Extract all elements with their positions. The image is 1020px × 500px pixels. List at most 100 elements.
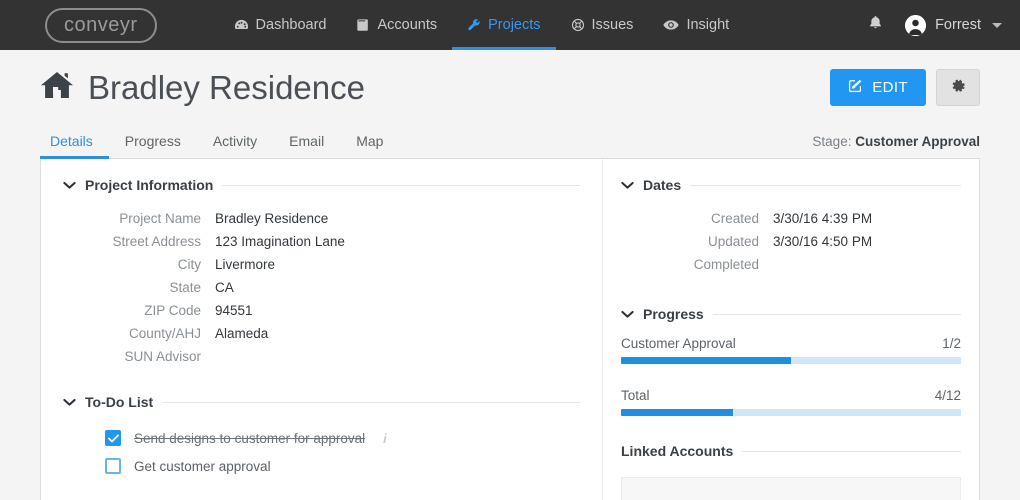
- section-divider: [690, 185, 961, 186]
- section-divider: [222, 185, 580, 186]
- caret-down-icon: [992, 23, 1002, 28]
- eye-icon: [663, 18, 679, 32]
- field-label: Updated: [621, 230, 773, 253]
- field-label: Project Name: [63, 207, 215, 230]
- tab-details[interactable]: Details: [40, 133, 109, 158]
- list-item: Get customer approval: [63, 452, 580, 480]
- tab-progress[interactable]: Progress: [109, 133, 197, 158]
- nav-label: Issues: [592, 17, 634, 33]
- gear-icon: [951, 79, 966, 97]
- nav-item-accounts[interactable]: Accounts: [341, 0, 452, 50]
- nav-item-issues[interactable]: Issues: [556, 0, 649, 50]
- todo-label: Send designs to customer for approval: [134, 431, 365, 446]
- field-label: County/AHJ: [63, 322, 215, 345]
- header-actions: EDIT: [830, 69, 980, 106]
- linked-accounts-table-header: [621, 477, 961, 500]
- bell-icon[interactable]: [868, 15, 883, 36]
- field-label: Street Address: [63, 230, 215, 253]
- field-row: Project Name Bradley Residence: [63, 207, 580, 230]
- chevron-down-icon: [63, 177, 76, 193]
- section-title: Dates: [643, 177, 681, 193]
- top-navbar: conveyr Dashboard Accounts Projects Issu…: [0, 0, 1020, 50]
- field-value: 94551: [215, 299, 253, 322]
- linked-accounts-header: Linked Accounts: [621, 443, 961, 459]
- settings-button[interactable]: [936, 69, 980, 106]
- progress-label: Customer Approval: [621, 336, 736, 351]
- chevron-down-icon: [621, 306, 634, 322]
- dashboard-icon: [234, 18, 249, 33]
- page-title-group: Bradley Residence: [40, 69, 365, 107]
- field-row: Created 3/30/16 4:39 PM: [621, 207, 961, 230]
- todo-header[interactable]: To-Do List: [63, 394, 580, 410]
- section-divider: [742, 451, 961, 452]
- stage-indicator: Stage: Customer Approval: [812, 134, 980, 158]
- details-card: Project Information Project Name Bradley…: [40, 158, 980, 500]
- progress-count: 1/2: [942, 336, 961, 351]
- chevron-down-icon: [621, 177, 634, 193]
- field-value: 123 Imagination Lane: [215, 230, 345, 253]
- book-icon: [356, 18, 370, 32]
- field-row: Street Address 123 Imagination Lane: [63, 230, 580, 253]
- nav-item-dashboard[interactable]: Dashboard: [219, 0, 342, 50]
- primary-nav: Dashboard Accounts Projects Issues Insig…: [219, 0, 745, 50]
- field-value: CA: [215, 276, 234, 299]
- section-title: To-Do List: [85, 394, 153, 410]
- todo-checkbox[interactable]: [105, 458, 121, 474]
- nav-item-projects[interactable]: Projects: [452, 0, 555, 50]
- nav-item-insight[interactable]: Insight: [648, 0, 744, 50]
- field-label: ZIP Code: [63, 299, 215, 322]
- section-title: Project Information: [85, 177, 213, 193]
- avatar: [905, 15, 926, 36]
- tabs-row: Details Progress Activity Email Map Stag…: [0, 125, 1020, 158]
- progress-caption: Total 4/12: [621, 388, 961, 403]
- section-divider: [162, 402, 580, 403]
- progress-header[interactable]: Progress: [621, 306, 961, 322]
- progress-bar: [621, 357, 961, 364]
- tab-email[interactable]: Email: [273, 133, 340, 158]
- field-row: City Livermore: [63, 253, 580, 276]
- nav-label: Accounts: [377, 17, 437, 33]
- section-title: Linked Accounts: [621, 443, 733, 459]
- edit-button[interactable]: EDIT: [830, 69, 926, 106]
- dates-header[interactable]: Dates: [621, 177, 961, 193]
- todo-checkbox[interactable]: [105, 430, 121, 446]
- life-ring-icon: [571, 18, 585, 32]
- field-value: Bradley Residence: [215, 207, 328, 230]
- field-row: Completed: [621, 253, 961, 276]
- dates-fields: Created 3/30/16 4:39 PM Updated 3/30/16 …: [621, 207, 961, 276]
- spacer: [621, 372, 961, 388]
- page-header: Bradley Residence EDIT: [0, 50, 1020, 125]
- user-menu[interactable]: Forrest: [905, 15, 1002, 36]
- progress-label: Total: [621, 388, 650, 403]
- tab-list: Details Progress Activity Email Map: [40, 133, 399, 158]
- field-label: SUN Advisor: [63, 345, 215, 368]
- tab-activity[interactable]: Activity: [197, 133, 273, 158]
- linked-accounts-section: Linked Accounts: [621, 443, 961, 500]
- progress-row-customer-approval: Customer Approval 1/2: [621, 336, 961, 364]
- project-information-header[interactable]: Project Information: [63, 177, 580, 193]
- progress-bar-fill: [621, 357, 791, 364]
- progress-section: Progress Customer Approval 1/2 Total 4/1…: [621, 306, 961, 416]
- stage-value: Customer Approval: [855, 134, 980, 149]
- field-row: County/AHJ Alameda: [63, 322, 580, 345]
- wrench-icon: [467, 18, 481, 32]
- progress-caption: Customer Approval 1/2: [621, 336, 961, 351]
- progress-bar: [621, 409, 961, 416]
- page-title: Bradley Residence: [88, 69, 365, 107]
- field-value: 3/30/16 4:39 PM: [773, 207, 872, 230]
- right-column: Dates Created 3/30/16 4:39 PM Updated 3/…: [603, 159, 979, 500]
- brand-logo[interactable]: conveyr: [45, 8, 157, 43]
- field-label: State: [63, 276, 215, 299]
- user-name: Forrest: [935, 17, 981, 33]
- nav-label: Insight: [686, 17, 729, 33]
- nav-label: Dashboard: [256, 17, 327, 33]
- edit-button-label: EDIT: [872, 79, 908, 96]
- field-value: Alameda: [215, 322, 268, 345]
- todo-section: To-Do List Send designs to customer for …: [63, 394, 580, 480]
- project-information-fields: Project Name Bradley Residence Street Ad…: [63, 207, 580, 368]
- field-row: Updated 3/30/16 4:50 PM: [621, 230, 961, 253]
- stage-label: Stage:: [812, 134, 851, 149]
- tab-map[interactable]: Map: [340, 133, 399, 158]
- info-icon[interactable]: i: [383, 431, 387, 446]
- field-value: Livermore: [215, 253, 275, 276]
